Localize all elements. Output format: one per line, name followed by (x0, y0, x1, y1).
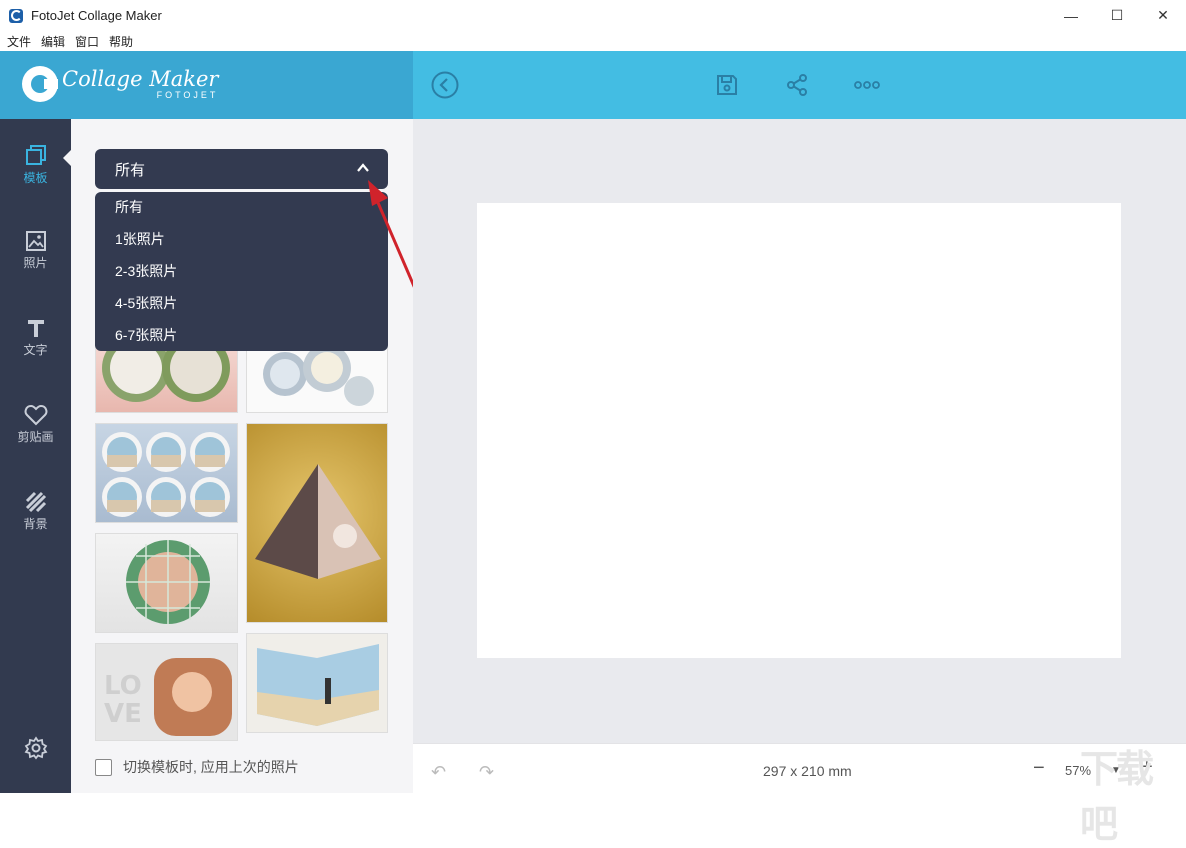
sidebar-item-template[interactable]: 模板 (0, 143, 71, 203)
zoom-out-button[interactable]: − (1033, 757, 1045, 780)
sidebar-item-label: 模板 (23, 171, 48, 185)
maximize-button[interactable]: ☐ (1094, 0, 1140, 31)
canvas-dimensions: 297 x 210 mm (763, 763, 852, 779)
sidebar-item-label: 背景 (23, 517, 48, 531)
menu-edit[interactable]: 编辑 (41, 33, 65, 50)
sidebar-item-photo[interactable]: 照片 (0, 230, 71, 290)
sidebar-item-background[interactable]: 背景 (0, 491, 71, 551)
dropdown-option[interactable]: 4-5张照片 (95, 295, 388, 327)
undo-icon[interactable]: ↶ (431, 762, 446, 783)
template-thumbnail[interactable]: LO VE (95, 643, 238, 741)
logo-name: Collage Maker (62, 66, 219, 91)
title-bar: FotoJet Collage Maker — ☐ ✕ (0, 0, 1186, 31)
menu-help[interactable]: 帮助 (109, 33, 133, 50)
share-icon[interactable] (783, 71, 811, 99)
gear-icon (24, 736, 47, 760)
app-logo: Collage Maker FOTOJET (22, 66, 218, 102)
svg-text:LO: LO (104, 671, 142, 701)
sidebar-item-text[interactable]: 文字 (0, 317, 71, 377)
reuse-photos-option[interactable]: 切换模板时, 应用上次的照片 (95, 757, 299, 777)
template-thumbnail[interactable] (246, 423, 388, 623)
svg-text:VE: VE (104, 699, 142, 729)
template-thumbnail[interactable] (95, 423, 238, 523)
template-filter-menu: 所有 1张照片 2-3张照片 4-5张照片 6-7张照片 (95, 192, 388, 351)
reuse-photos-checkbox[interactable] (95, 758, 112, 776)
collage-canvas[interactable] (477, 203, 1121, 658)
top-toolbar (413, 51, 1186, 119)
text-icon (27, 320, 44, 337)
save-icon[interactable] (713, 71, 741, 99)
template-thumbnail[interactable] (246, 633, 388, 733)
menu-bar: 文件 编辑 窗口 帮助 (0, 31, 1186, 51)
menu-file[interactable]: 文件 (7, 33, 31, 50)
brand-bar: Collage Maker FOTOJET (0, 51, 413, 119)
sidebar: 模板 照片 文字 剪贴画 背景 (0, 119, 71, 793)
logo-mark-icon (22, 66, 58, 102)
settings-button[interactable] (0, 736, 71, 766)
clipart-icon (24, 404, 47, 426)
dropdown-option[interactable]: 6-7张照片 (95, 327, 388, 359)
bottom-bar: ↶ ↷ 297 x 210 mm − 57% ▼ + (413, 743, 1186, 793)
back-icon[interactable] (431, 71, 459, 99)
minimize-button[interactable]: — (1048, 0, 1094, 31)
photo-icon (25, 231, 46, 251)
reuse-photos-label: 切换模板时, 应用上次的照片 (123, 759, 299, 775)
sidebar-item-label: 文字 (23, 343, 48, 357)
sidebar-item-label: 照片 (23, 256, 48, 270)
template-thumbnail[interactable] (95, 533, 238, 633)
dropdown-option[interactable]: 所有 (95, 199, 388, 231)
more-icon[interactable] (853, 71, 881, 99)
dropdown-option[interactable]: 2-3张照片 (95, 263, 388, 295)
window-controls: — ☐ ✕ (1048, 0, 1186, 31)
app-logo-icon (9, 8, 23, 23)
window-title: FotoJet Collage Maker (31, 8, 162, 23)
sidebar-item-label: 剪贴画 (17, 430, 54, 444)
template-icon (25, 145, 46, 165)
menu-window[interactable]: 窗口 (75, 33, 99, 50)
background-icon (25, 491, 46, 513)
dropdown-selected-value: 所有 (115, 161, 146, 179)
watermark: 下载吧 (1080, 747, 1154, 846)
sidebar-item-clipart[interactable]: 剪贴画 (0, 404, 71, 464)
template-filter-dropdown[interactable]: 所有 (95, 149, 388, 189)
close-button[interactable]: ✕ (1140, 0, 1186, 31)
dropdown-option[interactable]: 1张照片 (95, 231, 388, 263)
logo-subtitle: FOTOJET (156, 89, 219, 100)
redo-icon[interactable]: ↷ (479, 762, 494, 783)
